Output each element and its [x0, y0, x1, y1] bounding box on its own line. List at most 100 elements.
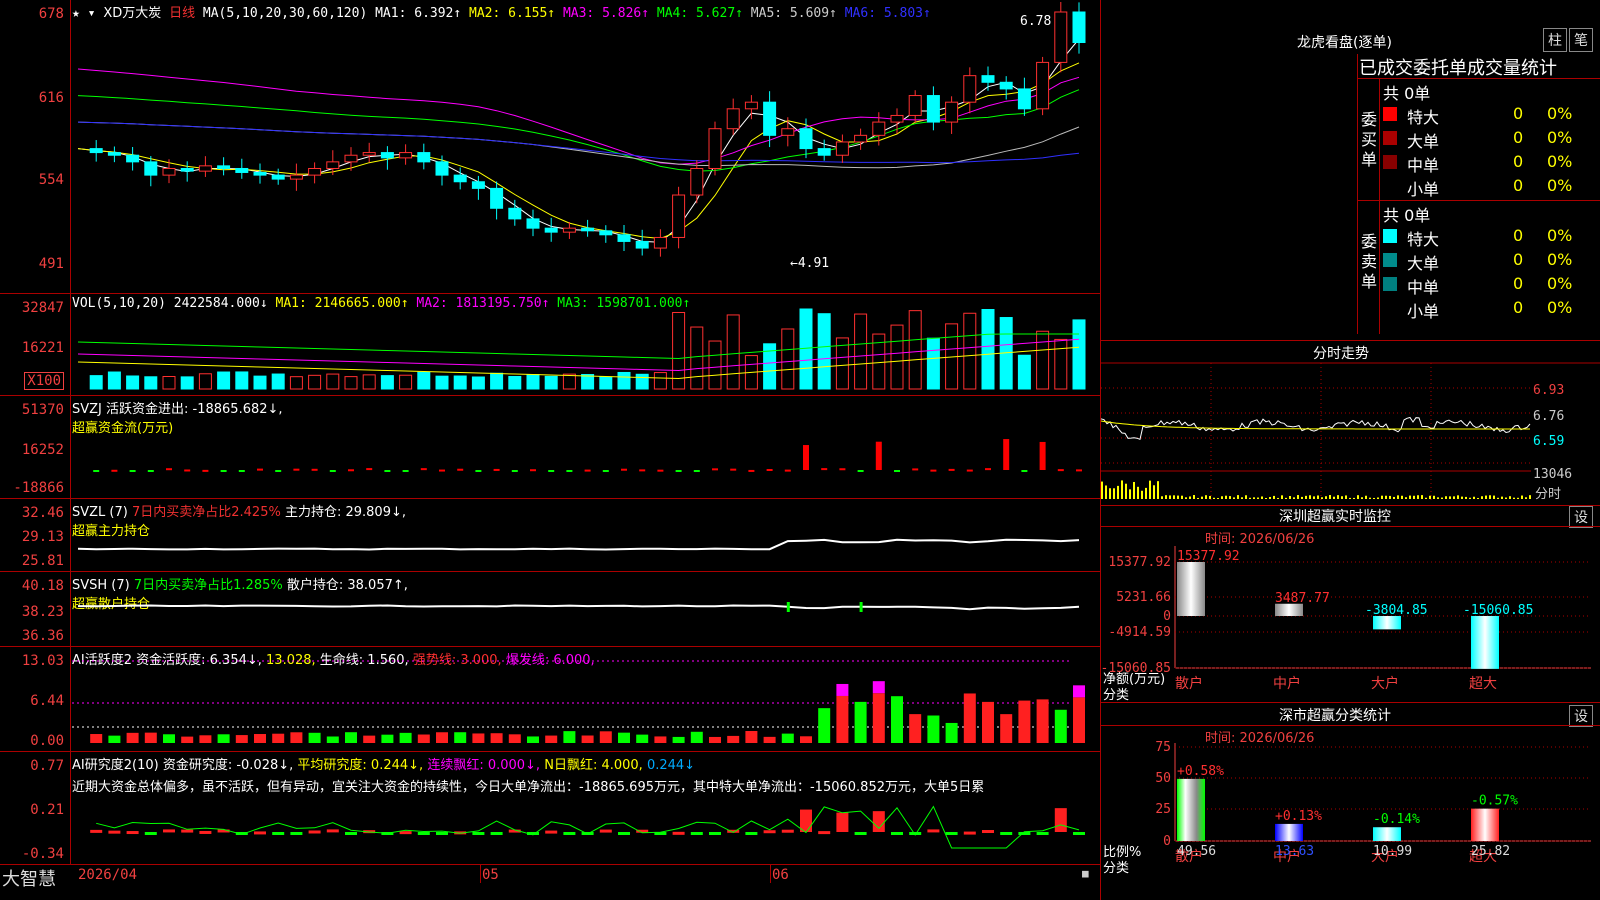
volume-panel[interactable]: 32847 16221 X100 VOL(5,10,20) 2422584.00…: [0, 294, 1100, 396]
volume-bar: [435, 375, 449, 390]
intraday-vol-bar: [1349, 497, 1351, 499]
bar-mode-button[interactable]: 柱: [1543, 28, 1567, 52]
activity-bar: [436, 732, 448, 743]
intraday-vol-bar: [1493, 495, 1495, 499]
intraday-chart[interactable]: [1101, 341, 1600, 505]
candlestick-chart[interactable]: [0, 0, 1100, 293]
lhkp-panel: 龙虎看盘(逐单) 柱 笔 已成交委托单成交量统计 委买单 委卖单 共 0单 共 …: [1100, 0, 1600, 341]
volume-bar: [253, 375, 267, 390]
svzl-chart[interactable]: [0, 499, 1100, 571]
research-bar: [1073, 832, 1085, 835]
order-count: 0: [1513, 104, 1524, 123]
kline-panel[interactable]: 678 616 554 491 ★ ▾ XD万大炭 日线 MA(5,10,20,…: [0, 0, 1100, 294]
research-bar: [1054, 808, 1067, 832]
svzj-bar: [621, 468, 627, 471]
svzj-panel[interactable]: 51370 16252 -18866 SVZJ 活跃资金进出: -18865.6…: [0, 396, 1100, 499]
svzj-bar: [730, 468, 737, 471]
volume-bar: [380, 375, 394, 390]
activity-peak: [1073, 685, 1085, 698]
svsh-panel[interactable]: 40.18 38.23 36.36 SVSH (7) 7日内买卖净占比1.285…: [0, 572, 1100, 647]
intraday-vol-bar: [1497, 497, 1499, 499]
research-bar: [599, 829, 612, 833]
intraday-label: 分时: [1535, 487, 1562, 502]
volume-bar: [526, 374, 540, 390]
intraday-vol-bar: [1457, 495, 1459, 499]
order-type: 中单: [1407, 156, 1440, 175]
research-bar: [945, 832, 958, 835]
svsh-mark: [859, 602, 863, 612]
activity-bar: [781, 733, 794, 743]
activity-bar: [254, 734, 266, 743]
ratio-change: -0.57%: [1471, 794, 1518, 809]
intraday-vol-bar: [1489, 495, 1491, 499]
volume-bar: [781, 328, 795, 390]
candle-body: [635, 240, 649, 249]
ai-activity-chart[interactable]: [0, 647, 1100, 751]
svsh-chart[interactable]: [0, 572, 1100, 646]
candle-body: [289, 174, 303, 180]
ai-research-chart[interactable]: [0, 752, 1100, 864]
lock-icon[interactable]: ■: [1082, 867, 1089, 880]
candle-body: [526, 218, 540, 229]
svzj-bar: [293, 468, 300, 471]
intraday-vol-bar: [1193, 495, 1195, 499]
candle-body: [835, 141, 849, 156]
ma-line: [77, 38, 1080, 243]
candle-body: [1036, 61, 1050, 110]
candle-body: [708, 128, 722, 169]
svzj-bar: [420, 468, 427, 471]
ai-activity-panel[interactable]: 13.03 6.44 0.00 AI活跃度2 资金活跃度: 6.354↓, 13…: [0, 647, 1100, 752]
intraday-vol-bar: [1229, 496, 1231, 499]
order-color-swatch: [1383, 155, 1397, 169]
activity-bar: [854, 701, 867, 743]
svzj-chart[interactable]: [0, 396, 1100, 498]
order-row: 大单 0 0%: [1383, 250, 1600, 273]
research-bar: [436, 832, 448, 835]
category-label: 大户: [1371, 675, 1399, 692]
ai-research-panel[interactable]: 0.77 0.21 -0.34 AI研究度2(10) 资金研究度: -0.028…: [0, 752, 1100, 865]
candle-body: [180, 167, 194, 172]
intraday-vol-bar: [1473, 496, 1475, 499]
intraday-panel[interactable]: 分时走势 6.93 6.76 6.59 13046 分时: [1100, 341, 1600, 506]
y-tick: 50: [1155, 771, 1171, 786]
activity-bar: [308, 732, 321, 743]
svzj-bar: [712, 468, 718, 471]
order-row: 特大 0 0%: [1383, 104, 1600, 127]
volume-bar: [235, 371, 249, 390]
activity-bar: [108, 735, 121, 743]
activity-bar: [235, 735, 248, 743]
intraday-vol-bar: [1281, 495, 1283, 499]
svzl-panel[interactable]: 32.46 29.13 25.81 SVZL (7) 7日内买卖净占比2.425…: [0, 499, 1100, 572]
svzj-bar: [766, 469, 773, 472]
order-color-swatch: [1383, 253, 1397, 267]
volume-chart[interactable]: [0, 294, 1100, 395]
intraday-vol-bar: [1525, 497, 1527, 499]
intraday-vol-bar: [1509, 496, 1511, 499]
research-bar: [1018, 832, 1031, 835]
candle-body: [981, 75, 995, 83]
intraday-vol-bar: [1389, 495, 1391, 499]
intraday-vol-bar: [1385, 495, 1387, 499]
intraday-vol-bar: [1165, 495, 1167, 499]
svzj-bar: [566, 470, 573, 472]
candle-body: [308, 167, 322, 176]
volume-bar: [817, 313, 831, 390]
y-tick: -4914.59: [1108, 625, 1171, 640]
svzj-bar: [129, 470, 136, 472]
activity-bar: [800, 736, 812, 743]
activity-bar: [763, 736, 776, 743]
volume-bar: [217, 371, 231, 390]
volume-bar: [708, 340, 722, 390]
candle-body: [508, 207, 522, 220]
volume-bar: [107, 371, 121, 390]
intraday-vol-bar: [1257, 497, 1259, 499]
activity-peak: [836, 683, 849, 696]
intraday-vol-bar: [1301, 496, 1303, 499]
app-logo: 大智慧: [2, 869, 56, 890]
candle-body: [617, 234, 631, 242]
tick-mode-button[interactable]: 笔: [1569, 28, 1593, 52]
research-line: [96, 805, 1080, 849]
category-label: 中户: [1273, 675, 1301, 692]
intraday-vol-bar: [1341, 496, 1343, 499]
intraday-vol-bar: [1145, 487, 1147, 499]
